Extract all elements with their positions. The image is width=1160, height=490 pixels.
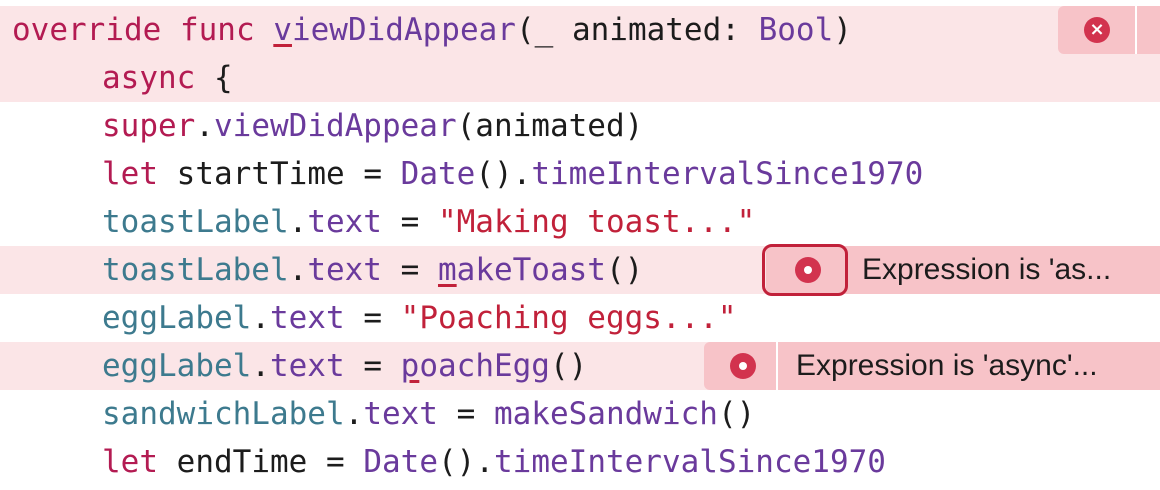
- token: ().: [438, 444, 494, 480]
- token: =: [326, 444, 345, 480]
- code-text-4: let startTime = Date().timeIntervalSince…: [102, 156, 923, 192]
- code-text-8: eggLabel.text = poachEgg(): [102, 348, 587, 384]
- token: =: [456, 396, 476, 432]
- token: :: [721, 12, 740, 48]
- token: .: [288, 204, 308, 240]
- code-line-7[interactable]: eggLabel.text = "Poaching eggs...": [0, 294, 1160, 342]
- token: "Making toast...": [437, 204, 756, 240]
- token: text: [307, 204, 382, 240]
- token: let: [102, 444, 158, 480]
- error-message-8: Expression is 'async'...: [796, 349, 1098, 382]
- token: (): [605, 252, 644, 288]
- token: makeSandwich: [493, 396, 718, 432]
- token: .: [195, 108, 214, 144]
- token: ().: [475, 156, 532, 192]
- error-stop-icon[interactable]: [730, 353, 756, 379]
- token: timeIntervalSince1970: [494, 444, 886, 480]
- token: iewDidAppear: [291, 12, 516, 48]
- code-line-10[interactable]: let endTime = Date().timeIntervalSince19…: [0, 438, 1160, 486]
- focus-ring: [762, 244, 848, 296]
- token: animated: [571, 12, 722, 48]
- token: super: [102, 108, 196, 144]
- token: text: [363, 396, 438, 432]
- token: func: [179, 12, 255, 48]
- code-line-8[interactable]: eggLabel.text = poachEgg() Expression is…: [0, 342, 1160, 390]
- badge-divider: [1135, 6, 1137, 54]
- token: akeToast: [456, 252, 606, 288]
- token: .: [288, 252, 308, 288]
- token: text: [307, 252, 382, 288]
- token: {: [214, 60, 233, 96]
- code-line-6[interactable]: toastLabel.text = makeToast() Expression…: [0, 244, 1160, 296]
- code-text-1: override func viewDidAppear(_ animated: …: [12, 12, 852, 48]
- code-text-10: let endTime = Date().timeIntervalSince19…: [102, 444, 886, 480]
- token: =: [400, 204, 420, 240]
- token: eggLabel: [102, 348, 252, 384]
- token: Bool: [758, 12, 834, 48]
- token: toastLabel: [102, 204, 289, 240]
- code-text-6: toastLabel.text = makeToast(): [102, 252, 643, 288]
- code-line-3[interactable]: super.viewDidAppear(animated): [0, 102, 1160, 150]
- code-editor[interactable]: override func viewDidAppear(_ animated: …: [0, 0, 1160, 490]
- badge-divider: [776, 342, 778, 390]
- code-line-5[interactable]: toastLabel.text = "Making toast...": [0, 198, 1160, 246]
- token: eggLabel: [102, 300, 252, 336]
- code-text-3: super.viewDidAppear(animated): [102, 108, 643, 144]
- error-badge-8[interactable]: Expression is 'async'...: [704, 342, 1160, 390]
- token: text: [269, 348, 345, 384]
- token: p: [400, 348, 420, 384]
- token: Date: [363, 444, 438, 480]
- token: timeIntervalSince1970: [531, 156, 924, 192]
- token: (): [717, 396, 756, 432]
- error-badge-1[interactable]: ×: [1058, 6, 1160, 54]
- code-text-2: async {: [102, 60, 233, 96]
- token: (animated): [456, 108, 644, 144]
- token: m: [437, 252, 457, 288]
- error-message-6: Expression is 'as...: [862, 253, 1112, 286]
- token: startTime: [176, 156, 345, 192]
- token: .: [251, 348, 270, 384]
- token: (): [549, 348, 588, 384]
- token: text: [269, 300, 345, 336]
- token: "Poaching eggs...": [400, 300, 737, 336]
- code-text-7: eggLabel.text = "Poaching eggs...": [102, 300, 737, 336]
- code-line-9[interactable]: sandwichLabel.text = makeSandwich(): [0, 390, 1160, 438]
- token: viewDidAppear: [214, 108, 457, 144]
- token: .: [344, 396, 364, 432]
- token: =: [363, 156, 382, 192]
- token: override: [12, 12, 162, 48]
- code-line-4[interactable]: let startTime = Date().timeIntervalSince…: [0, 150, 1160, 198]
- token: =: [400, 252, 420, 288]
- token: let: [102, 156, 158, 192]
- token: Date: [400, 156, 476, 192]
- token: ): [833, 12, 852, 48]
- token: endTime: [176, 444, 308, 480]
- token: sandwichLabel: [102, 396, 345, 432]
- token: v: [273, 12, 292, 48]
- code-line-1[interactable]: override func viewDidAppear(_ animated: …: [0, 6, 1160, 54]
- close-icon[interactable]: ×: [1084, 17, 1110, 43]
- token: .: [251, 300, 270, 336]
- token: (_: [515, 12, 554, 48]
- code-text-5: toastLabel.text = "Making toast...": [102, 204, 755, 240]
- code-line-2[interactable]: async {: [0, 54, 1160, 102]
- token: =: [363, 300, 382, 336]
- code-text-9: sandwichLabel.text = makeSandwich(): [102, 396, 755, 432]
- token: async: [102, 60, 196, 96]
- token: =: [363, 348, 382, 384]
- token: toastLabel: [102, 252, 289, 288]
- token: oachEgg: [419, 348, 550, 384]
